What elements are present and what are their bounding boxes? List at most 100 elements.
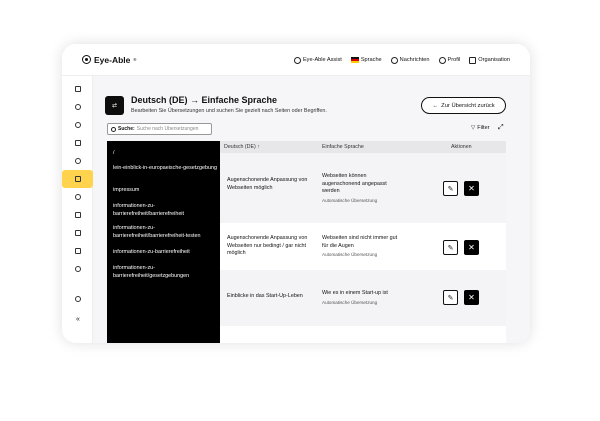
pie-icon (75, 265, 81, 272)
sidebar-item-support[interactable] (69, 291, 87, 306)
translate-icon (75, 139, 81, 146)
back-button-label: Zur Übersicht zurück (441, 102, 495, 109)
collapse-icon: « (76, 316, 80, 323)
top-navigation: Eye-Able Assist Sprache Nachrichten Prof… (293, 44, 510, 76)
path-item[interactable]: impressum (113, 186, 217, 194)
target-cell: Wie es in einem Start-up ist Automatisch… (322, 290, 402, 306)
goal-icon (75, 193, 81, 200)
headset-icon (75, 295, 81, 302)
page-path-list: / lein-einblick-in-europaeische-gesetzge… (107, 141, 220, 343)
table-header: Deutsch (DE) ↑ Einfache Sprache Aktionen (220, 141, 506, 153)
column-header-target: Einfache Sprache (322, 144, 364, 150)
delete-button[interactable]: ✕ (464, 240, 479, 255)
path-item[interactable]: lein-einblick-in-europaeische-gesetzgebu… (113, 164, 217, 172)
back-to-overview-button[interactable]: ← Zur Übersicht zurück (421, 97, 506, 114)
eye-able-logo[interactable]: Eye-Able ® (82, 55, 136, 65)
app-window: Eye-Able ® Eye-Able Assist Sprache Nachri… (62, 44, 530, 343)
file-icon (75, 247, 81, 254)
nav-organisation[interactable]: Organisation (469, 56, 510, 64)
filter-label: Filter (477, 125, 490, 131)
sidebar-item-easy-language[interactable] (62, 170, 93, 188)
delete-button[interactable]: ✕ (464, 290, 479, 305)
translation-note: Automatische Übersetzung (322, 197, 378, 203)
table-row: Einblicke in das Start-Up-Leben Wie es i… (220, 270, 506, 326)
search-label: Suche: (118, 126, 135, 132)
page-subtitle: Bearbeiten Sie Übersetzungen und suchen … (131, 108, 327, 114)
info-icon (75, 103, 81, 110)
source-text: Augenschonende Anpassung von Webseiten m… (227, 177, 308, 191)
translation-note: Automatische Übersetzung (322, 299, 378, 305)
sidebar-item-target[interactable] (69, 153, 87, 168)
sidebar-item-report[interactable] (69, 117, 87, 132)
edit-button[interactable]: ✎ (443, 240, 458, 255)
source-text: Augenschonende Anpassung von Webseiten n… (227, 235, 308, 256)
sidebar-item-file[interactable] (69, 243, 87, 258)
close-icon: ✕ (468, 293, 475, 302)
sidebar-item-document[interactable] (69, 207, 87, 222)
report-icon (75, 121, 81, 128)
bell-icon (390, 56, 398, 64)
sidebar-item-translate[interactable] (69, 135, 87, 150)
filter-button[interactable]: ▽ Filter (471, 125, 489, 131)
thumbs-up-icon (74, 176, 81, 182)
sidebar-item-home[interactable] (69, 81, 87, 96)
logo-trademark: ® (133, 57, 137, 62)
edit-icon: ✎ (447, 244, 454, 252)
page-title: Deutsch (DE) → Einfache Sprache (131, 95, 278, 105)
eye-icon (293, 56, 301, 64)
sidebar: « (62, 76, 93, 343)
target-icon (75, 157, 81, 164)
sidebar-item-chart[interactable] (69, 225, 87, 240)
translation-icon: ⇄ (105, 96, 124, 115)
target-text: Webseiten sind nicht immer gut für die A… (322, 235, 398, 249)
nav-profile[interactable]: Profil (438, 56, 461, 64)
top-bar: Eye-Able ® Eye-Able Assist Sprache Nachri… (62, 44, 530, 76)
close-icon: ✕ (468, 184, 475, 193)
expand-icon[interactable]: ⤢ (498, 124, 504, 132)
target-text: Webseiten können augenschonend angepasst… (322, 173, 387, 194)
nav-label: Profil (447, 57, 461, 63)
search-input[interactable] (136, 126, 207, 132)
source-text: Einblicke in das Start-Up-Leben (227, 293, 303, 299)
nav-messages[interactable]: Nachrichten (390, 56, 430, 64)
org-icon (469, 56, 477, 64)
delete-button[interactable]: ✕ (464, 181, 479, 196)
path-item[interactable]: informationen-zu-barrierefreiheit/barrie… (113, 224, 217, 240)
target-cell: Webseiten sind nicht immer gut für die A… (322, 235, 402, 259)
chart-icon (75, 229, 81, 236)
target-cell: Webseiten können augenschonend angepasst… (322, 173, 402, 204)
edit-icon: ✎ (447, 294, 454, 302)
nav-label: Organisation (478, 57, 510, 63)
nav-label: Eye-Able Assist (302, 57, 342, 63)
path-item[interactable]: informationen-zu-barrierefreiheit/gesetz… (113, 264, 217, 280)
search-box: Suche: (107, 123, 212, 135)
path-item[interactable]: informationen-zu-barrierefreiheit/barrie… (113, 202, 217, 218)
column-header-actions: Aktionen (451, 144, 472, 150)
sidebar-collapse-button[interactable]: « (69, 312, 87, 327)
table-row: Augenschonende Anpassung von Webseiten n… (220, 223, 506, 270)
sidebar-item-info[interactable] (69, 99, 87, 114)
eye-able-logo-icon (82, 55, 91, 64)
edit-button[interactable]: ✎ (443, 290, 458, 305)
translation-note: Automatische Übersetzung (322, 252, 378, 257)
user-icon (438, 56, 446, 64)
arrow-left-icon: ← (432, 102, 439, 109)
nav-language[interactable]: Sprache (350, 57, 382, 63)
nav-label: Nachrichten (399, 57, 430, 63)
flag-de-icon (350, 57, 359, 63)
close-icon: ✕ (468, 243, 475, 252)
column-header-source[interactable]: Deutsch (DE) ↑ (224, 144, 260, 150)
translations-table: Deutsch (DE) ↑ Einfache Sprache Aktionen… (220, 141, 506, 343)
path-item[interactable]: / (113, 149, 217, 157)
sidebar-item-pie[interactable] (69, 261, 87, 276)
filter-icon: ▽ (471, 125, 476, 131)
home-icon (75, 85, 81, 92)
main-content: ⇄ Deutsch (DE) → Einfache Sprache Bearbe… (93, 76, 530, 343)
target-text: Wie es in einem Start-up ist (322, 290, 388, 296)
sidebar-item-goal[interactable] (69, 189, 87, 204)
search-icon (111, 126, 116, 132)
path-item[interactable]: informationen-zu-barrierefreiheit (113, 248, 217, 256)
nav-label: Sprache (360, 57, 382, 63)
edit-button[interactable]: ✎ (443, 181, 458, 196)
nav-eye-able-assist[interactable]: Eye-Able Assist (293, 56, 342, 64)
